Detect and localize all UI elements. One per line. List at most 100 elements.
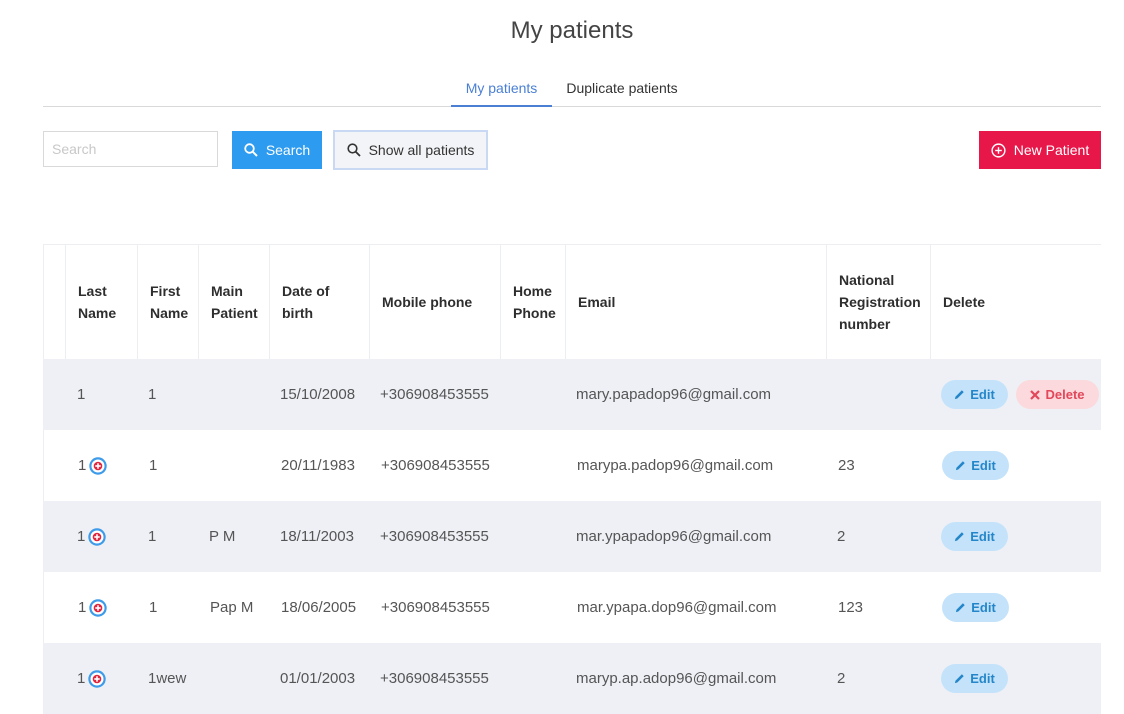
cell-mobile: +306908453555 [380,501,489,572]
cell-last-name: 1 [78,430,108,501]
new-patient-button[interactable]: New Patient [979,131,1101,169]
cell-last-name-text: 1 [77,528,86,545]
cell-first-name: 1wew [148,643,186,714]
edit-button[interactable]: Edit [941,522,1008,551]
cell-email-text: mary.papadop96@gmail.com [576,386,772,403]
table-row: 1 1 Pap M 18/06/2005 +306908453555 mar.ypapa.… [43,572,1101,643]
tab-duplicate-patients[interactable]: Duplicate patients [558,70,686,106]
table-row: 1 1wew 01/01/2003 +306908453555 maryp.ap.ado… [43,643,1101,714]
cell-dob: 18/11/2003 [280,501,354,572]
close-icon [1030,389,1045,400]
cell-main-patient: P M [209,501,235,572]
cell-email-text: maryp.ap.adop96@gmail.com [576,670,777,687]
cell-email: maryp.ap.adop96@gmail.com [576,643,776,714]
pencil-icon [954,531,970,542]
cell-national-registration: 23 [838,430,855,501]
cell-mobile-text: +306908453555 [381,457,490,474]
cell-national-registration-text: 23 [838,457,855,474]
page-title: My patients [510,17,634,44]
column-header-delete: Delete [930,245,1101,359]
edit-button[interactable]: Edit [941,664,1008,693]
cell-last-name: 1 [78,572,108,643]
cell-dob: 01/01/2003 [280,643,355,714]
cell-first-name: 1 [148,501,156,572]
cell-first-name: 1 [149,572,157,643]
cell-email: mar.ypapa.dop96@gmail.com [577,572,777,643]
cell-dob-text: 20/11/1983 [281,457,355,474]
table-header: Last Name First Name Main Patient Date o… [43,244,1101,359]
cell-first-name: 1 [148,359,156,430]
edit-button-label: Edit [970,529,995,544]
edit-button-label: Edit [971,600,996,615]
cell-national-registration: 2 [837,501,845,572]
delete-button-label: Delete [1045,387,1085,402]
pencil-icon [954,389,970,400]
cell-last-name-text: 1 [77,386,86,403]
plus-circle-icon [991,142,1006,158]
edit-button-label: Edit [971,458,996,473]
cell-mobile-text: +306908453555 [380,528,489,545]
cell-mobile-text: +306908453555 [380,670,489,687]
edit-button[interactable]: Edit [942,451,1009,480]
table-row: 1 1 15/10/2008 +306908453555 mary.papadop96@… [43,359,1101,430]
pencil-icon [955,602,971,613]
cell-dob-text: 18/11/2003 [280,528,354,545]
search-icon [244,143,258,157]
cell-national-registration-text: 2 [837,528,846,545]
cell-last-name-text: 1 [78,457,87,474]
cell-last-name: 1 [77,501,107,572]
cell-national-registration: 123 [838,572,863,643]
column-header-dob[interactable]: Date of birth [269,245,370,359]
search-button[interactable]: Search [232,131,322,169]
column-header-home-phone[interactable]: Home Phone [500,245,566,359]
cell-first-name-text: 1 [149,457,158,474]
cell-dob: 20/11/1983 [281,430,355,501]
cell-mobile-text: +306908453555 [380,386,489,403]
cell-email-text: marypa.padop96@gmail.com [577,457,774,474]
pencil-icon [955,460,971,471]
cell-national-registration-text: 123 [838,599,864,616]
cell-first-name-text: 1 [148,528,157,545]
cell-last-name: 1 [77,643,107,714]
column-header-email[interactable]: Email [565,245,827,359]
cell-email: mar.ypapadop96@gmail.com [576,501,771,572]
cell-email-text: mar.ypapadop96@gmail.com [576,528,772,545]
cell-last-name-text: 1 [77,670,86,687]
column-header-last-name[interactable]: Last Name [65,245,137,359]
cell-mobile: +306908453555 [380,359,489,430]
cell-mobile-text: +306908453555 [381,599,490,616]
column-header-main-patient[interactable]: Main Patient [198,245,269,359]
delete-button[interactable]: Delete [1016,380,1099,409]
column-header-national-registration[interactable]: National Registration number [826,245,931,359]
cell-last-name-text: 1 [78,599,87,616]
tab-my-patients[interactable]: My patients [451,70,552,107]
cell-main-patient-text: Pap M [210,599,254,616]
main-patient-icon [89,598,108,617]
table-row: 1 1 20/11/1983 +306908453555 marypa.padop96@… [43,430,1101,501]
column-header-first-name[interactable]: First Name [137,245,198,359]
edit-button[interactable]: Edit [942,593,1009,622]
search-button-label: Search [265,142,311,158]
edit-button-label: Edit [970,671,995,686]
patients-table: Last Name First Name Main Patient Date o… [43,244,1101,714]
table-body: 1 1 15/10/2008 +306908453555 mary.papadop96@… [43,359,1101,714]
main-patient-icon [89,456,108,475]
column-header-mobile[interactable]: Mobile phone [369,245,500,359]
cell-national-registration-text: 2 [837,670,846,687]
cell-mobile: +306908453555 [380,643,489,714]
cell-first-name-text: 1 [149,599,158,616]
edit-button[interactable]: Edit [941,380,1008,409]
cell-first-name-text: 1 [148,386,157,403]
cell-email: marypa.padop96@gmail.com [577,430,773,501]
cell-mobile: +306908453555 [381,572,490,643]
pencil-icon [954,673,970,684]
cell-main-patient: Pap M [210,572,253,643]
cell-main-patient-text: P M [209,528,236,545]
show-all-patients-button[interactable]: Show all patients [333,130,488,170]
search-input[interactable] [43,131,218,167]
search-icon [346,143,361,157]
new-patient-label: New Patient [1013,142,1090,158]
cell-dob: 15/10/2008 [280,359,355,430]
cell-email-text: mar.ypapa.dop96@gmail.com [577,599,777,616]
cell-email: mary.papadop96@gmail.com [576,359,771,430]
